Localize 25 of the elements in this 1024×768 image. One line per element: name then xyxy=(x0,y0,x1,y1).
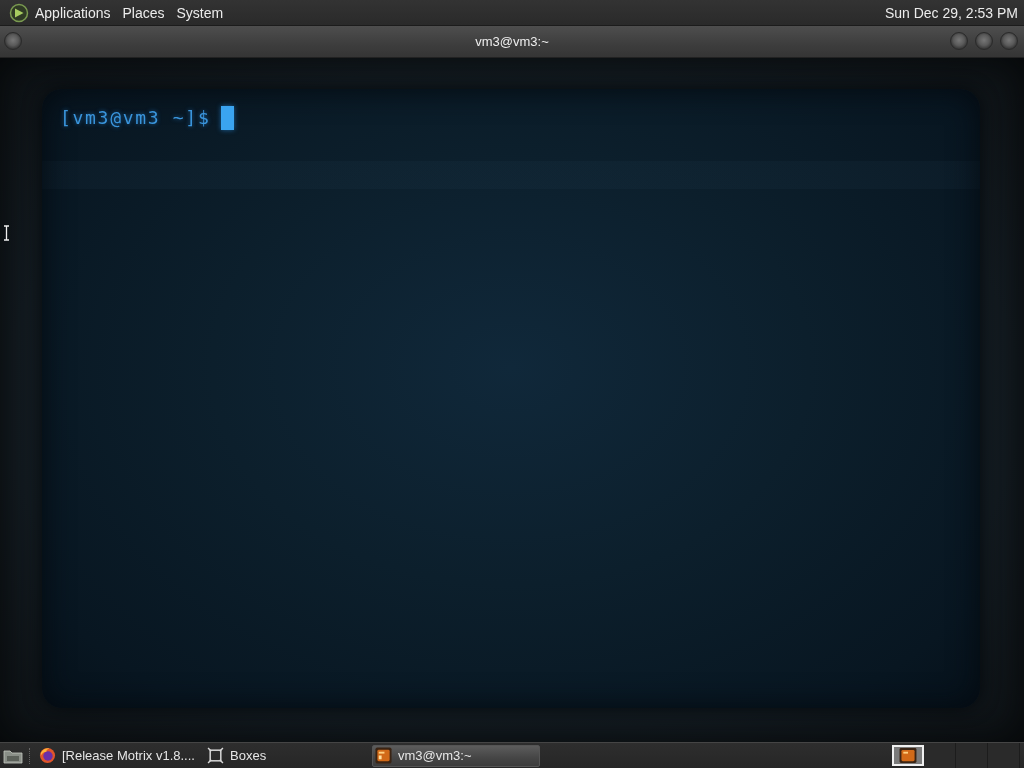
workspace-switcher-cell[interactable] xyxy=(988,743,1020,768)
panel-menu[interactable]: Applications xyxy=(29,1,117,24)
ring-orb-icon xyxy=(39,747,56,764)
taskbar-task[interactable]: vm3@vm3:~ xyxy=(372,744,540,767)
window-title: vm3@vm3:~ xyxy=(475,34,549,49)
ibeam-pointer-icon xyxy=(3,225,10,241)
workspace-switcher-cell[interactable] xyxy=(956,743,988,768)
terminal-screen[interactable]: [vm3@vm3 ~]$ xyxy=(42,89,980,708)
taskbar-task[interactable]: [Release Motrix v1.8.... xyxy=(36,744,199,767)
folder-icon[interactable] xyxy=(3,747,23,764)
clock[interactable]: Sun Dec 29, 2:53 PM xyxy=(884,3,1018,22)
window-thumbnail-icon xyxy=(899,748,917,763)
panel-menu[interactable]: System xyxy=(170,1,230,24)
terminal-prompt: [vm3@vm3 ~]$ xyxy=(60,106,211,130)
text-cursor-icon xyxy=(221,106,235,130)
panel-menu[interactable]: Places xyxy=(116,1,171,24)
minimize-button[interactable] xyxy=(950,32,968,50)
screen-tile-icon xyxy=(375,747,392,764)
square-frame-icon xyxy=(207,747,224,764)
play-logo-icon[interactable] xyxy=(9,2,29,23)
workspace-switcher-cell[interactable] xyxy=(924,743,956,768)
taskbar-task[interactable]: Boxes xyxy=(204,744,367,767)
maximize-button[interactable] xyxy=(975,32,993,50)
window-menu-button[interactable] xyxy=(4,32,22,50)
close-button[interactable] xyxy=(1000,32,1018,50)
